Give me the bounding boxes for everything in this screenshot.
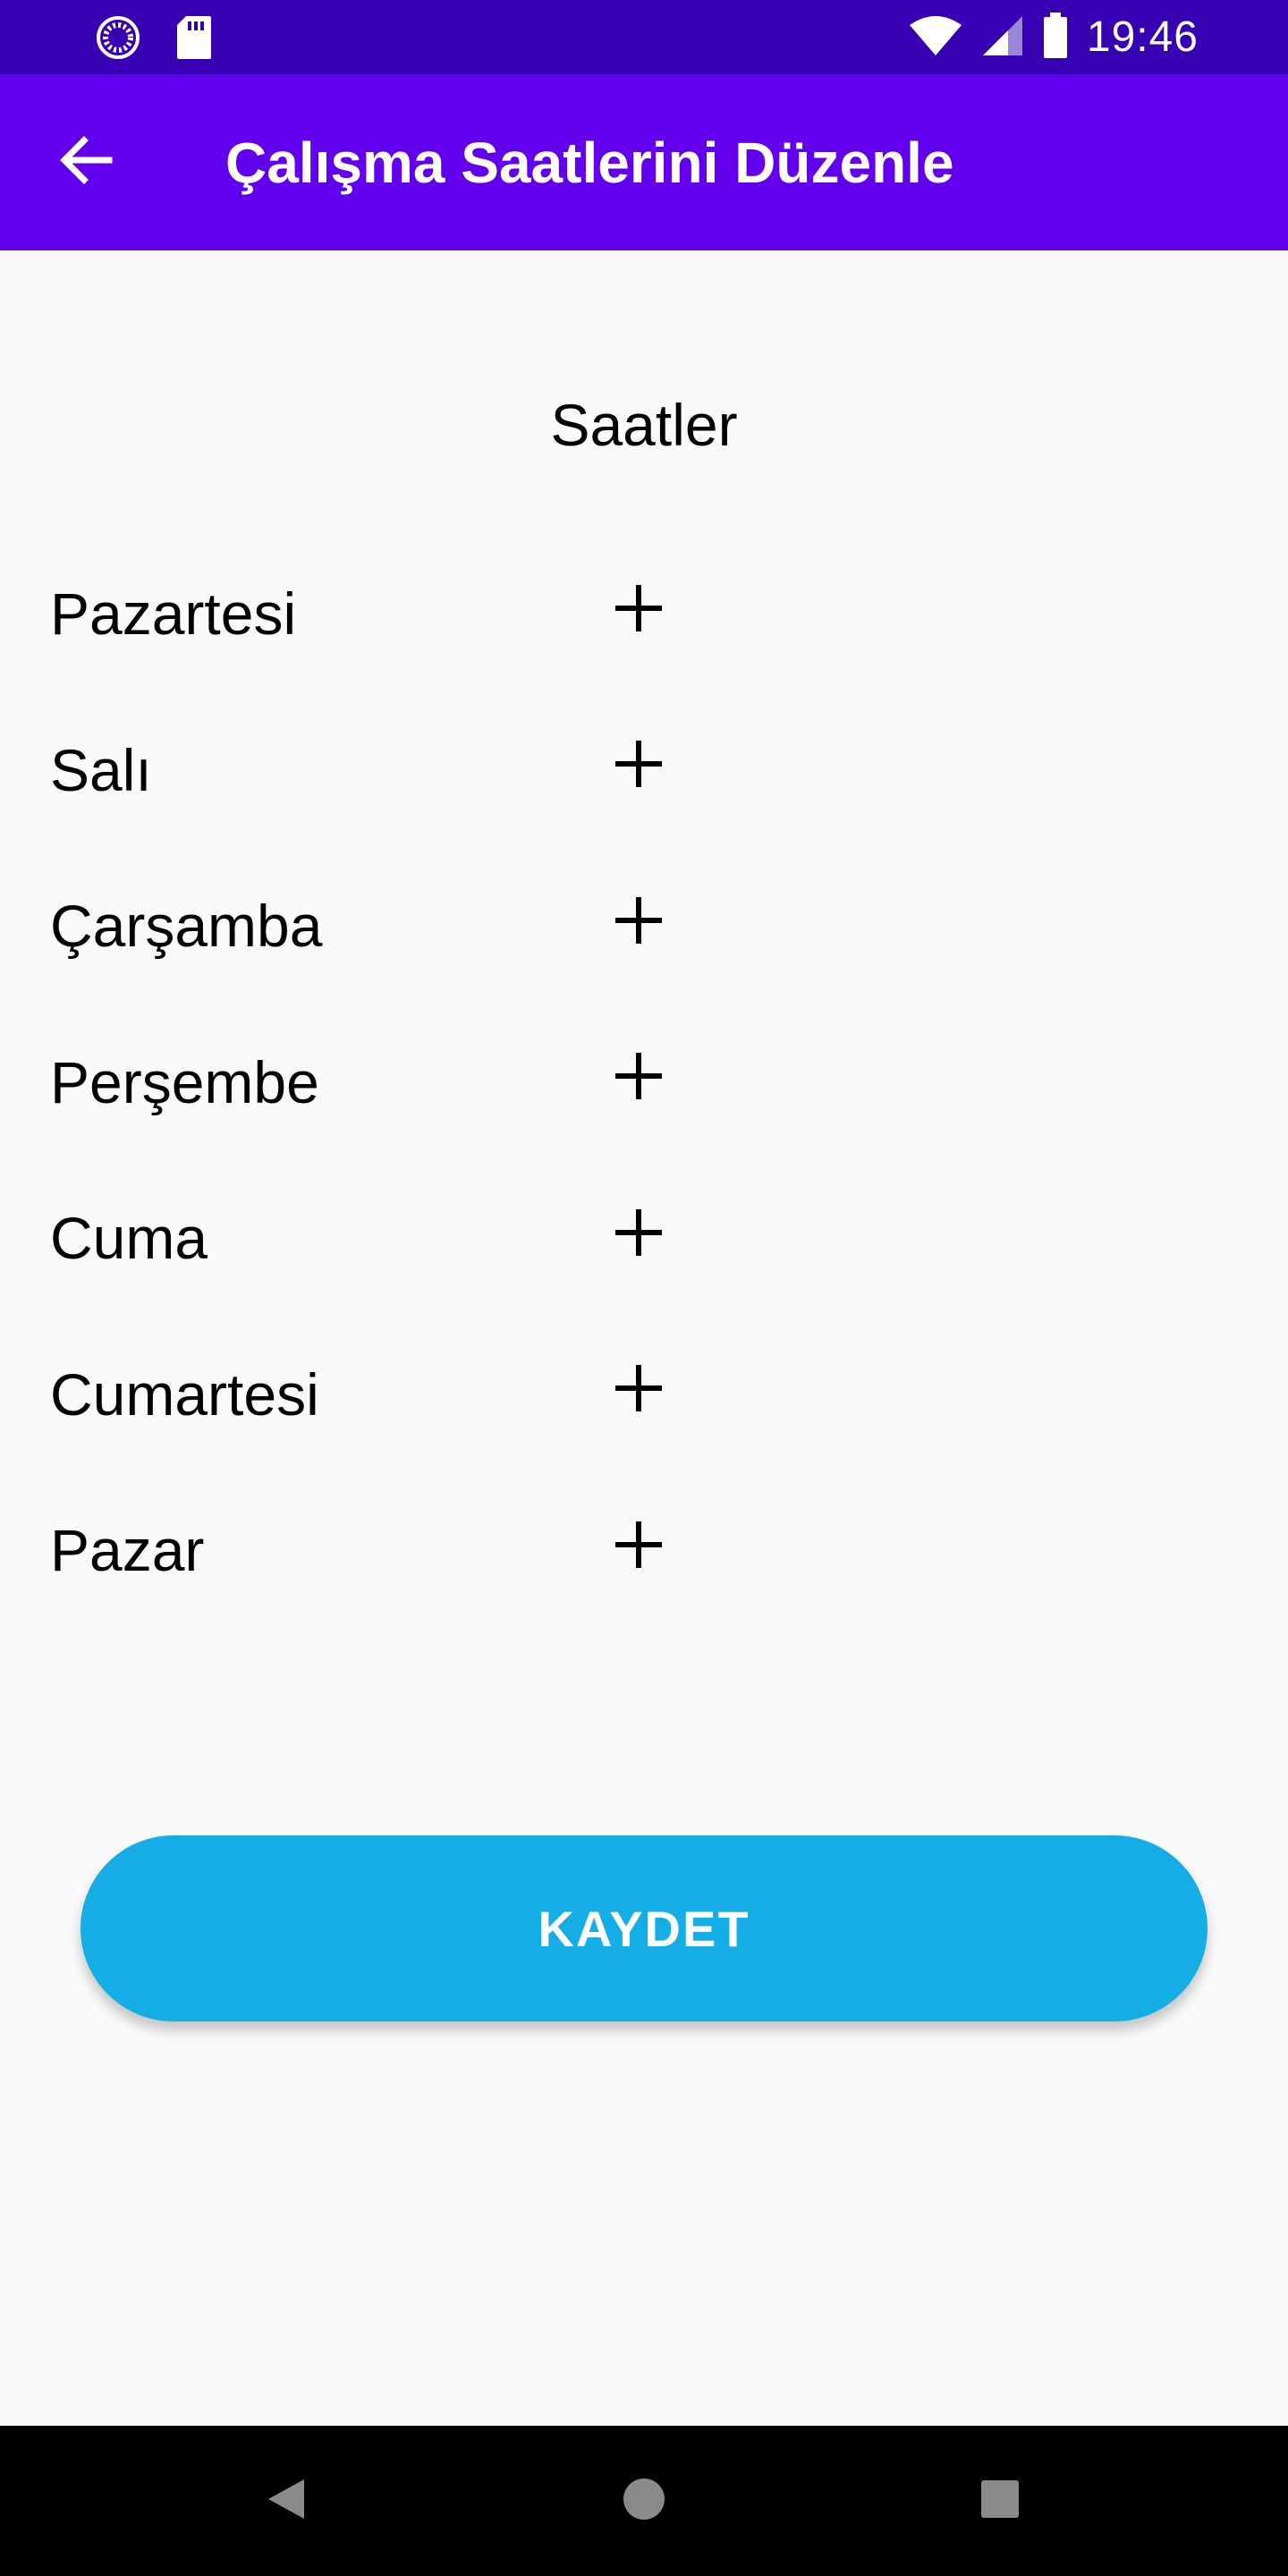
plus-icon (614, 739, 664, 793)
plus-icon (614, 1208, 664, 1262)
nav-back-button[interactable] (242, 2456, 331, 2546)
plus-icon (614, 1520, 664, 1574)
plus-icon (614, 895, 664, 950)
home-circle-icon (622, 2477, 666, 2526)
day-row-cuma: Cuma (0, 1190, 1288, 1346)
edit-working-hours-screen: 19:46 Çalışma Saatlerini Düzenle Saatler… (0, 0, 1288, 2576)
add-hours-button-pazartesi[interactable] (594, 565, 683, 655)
hours-section-title: Saatler (550, 392, 738, 458)
add-hours-button-carsamba[interactable] (594, 877, 683, 967)
status-bar-left (95, 14, 213, 65)
day-row-carsamba: Çarşamba (0, 877, 1288, 1034)
add-hours-button-pazar[interactable] (594, 1502, 683, 1591)
day-row-sali: Salı (0, 722, 1288, 878)
plus-icon (614, 1051, 664, 1106)
day-label: Pazar (50, 1517, 205, 1583)
day-label: Perşembe (50, 1048, 319, 1115)
add-hours-button-persembe[interactable] (594, 1034, 683, 1123)
nav-home-button[interactable] (599, 2456, 689, 2546)
wifi-icon (908, 14, 963, 62)
arrow-left-icon (57, 131, 114, 193)
add-hours-button-cumartesi[interactable] (594, 1346, 683, 1436)
sync-icon (95, 14, 141, 65)
day-row-pazartesi: Pazartesi (0, 565, 1288, 722)
nav-recents-button[interactable] (955, 2456, 1045, 2546)
back-triangle-icon (265, 2477, 308, 2526)
day-row-persembe: Perşembe (0, 1034, 1288, 1191)
day-list: Pazartesi Salı Çarşamba Perşembe Cuma Cu… (0, 565, 1288, 1658)
day-label: Salı (50, 736, 152, 803)
plus-icon (614, 1363, 664, 1418)
day-label: Cuma (50, 1205, 208, 1271)
back-button[interactable] (36, 112, 136, 212)
plus-icon (614, 583, 664, 638)
status-bar-right: 19:46 (908, 9, 1199, 66)
day-row-pazar: Pazar (0, 1502, 1288, 1658)
signal-icon (981, 14, 1024, 62)
day-label: Pazartesi (50, 580, 297, 647)
sd-card-icon (175, 14, 213, 65)
add-hours-button-sali[interactable] (594, 722, 683, 811)
recents-square-icon (980, 2479, 1020, 2523)
day-label: Çarşamba (50, 893, 323, 959)
status-time: 19:46 (1086, 13, 1199, 61)
day-label: Cumartesi (50, 1360, 319, 1428)
add-hours-button-cuma[interactable] (594, 1190, 683, 1279)
app-bar: Çalışma Saatlerini Düzenle (0, 74, 1288, 250)
day-row-cumartesi: Cumartesi (0, 1346, 1288, 1503)
battery-icon (1042, 12, 1069, 64)
status-bar: 19:46 (0, 0, 1288, 74)
page-title: Çalışma Saatlerini Düzenle (225, 130, 954, 195)
system-nav-bar (0, 2426, 1288, 2576)
save-button[interactable]: KAYDET (80, 1835, 1208, 2021)
